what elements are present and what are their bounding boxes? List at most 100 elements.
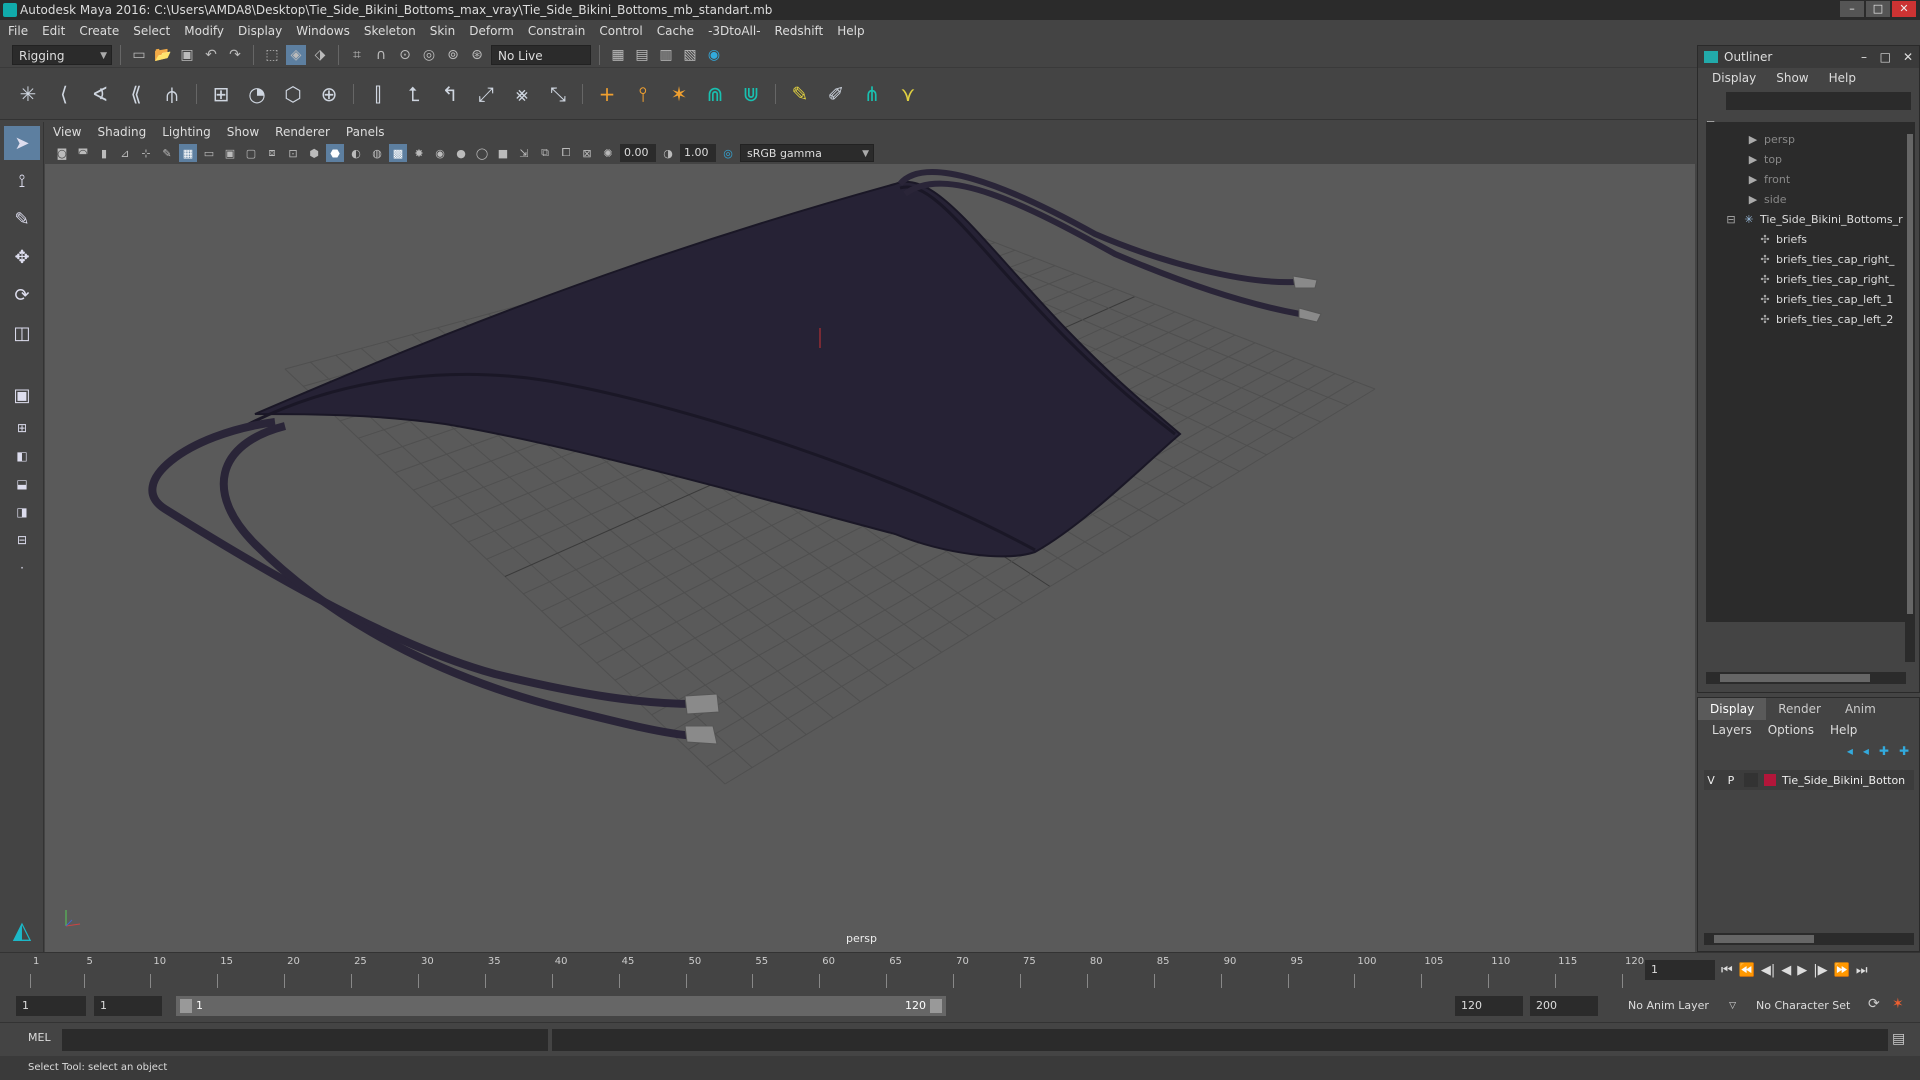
bind-skin-icon[interactable]: ⊞ [205, 78, 237, 110]
scene-view[interactable] [45, 164, 1695, 952]
snap-live-icon[interactable]: ⊛ [467, 45, 487, 65]
cluster-icon[interactable]: ⊕ [313, 78, 345, 110]
image-plane-icon[interactable]: ⊿ [116, 144, 134, 162]
menu-constrain[interactable]: Constrain [528, 24, 586, 38]
mirror-joint-icon[interactable]: ⟪ [120, 78, 152, 110]
end-time-field[interactable]: 200 [1530, 996, 1598, 1016]
panel-menu-shading[interactable]: Shading [97, 125, 146, 139]
menu-cache[interactable]: Cache [657, 24, 694, 38]
time-ticks[interactable]: 1 5 10 15 20 25 30 35 40 45 50 55 60 65 70 75 80 85 90 95 10… [26, 954, 1644, 988]
grid-icon[interactable]: ⊹ [137, 144, 155, 162]
screen-ao-icon[interactable]: ● [452, 144, 470, 162]
scale-constraint-icon[interactable]: ⤢ [470, 78, 502, 110]
hypershade-icon[interactable]: ◉ [704, 45, 724, 65]
smooth-shade-icon[interactable]: ⬣ [326, 144, 344, 162]
playback-start-field[interactable]: 1 [94, 996, 162, 1016]
outliner-h-scrollbar[interactable] [1706, 672, 1906, 684]
menu-display[interactable]: Display [238, 24, 282, 38]
anim-layer-dropdown[interactable]: No Anim Layer ▽ [1622, 996, 1740, 1016]
range-start-handle[interactable] [180, 999, 192, 1013]
isolate-select-icon[interactable]: ⇲ [515, 144, 533, 162]
shadows-icon[interactable]: ◉ [431, 144, 449, 162]
step-back-key-icon[interactable]: ⏪ [1739, 963, 1755, 978]
wireframe-shaded-icon[interactable]: ⬢ [305, 144, 323, 162]
outliner-item-persp[interactable]: ▶ persp [1706, 130, 1906, 150]
camera-attr-icon[interactable]: ◚ [74, 144, 92, 162]
single-view-icon[interactable]: ▣ [4, 378, 40, 412]
outliner-v-scrollbar[interactable] [1905, 122, 1915, 662]
outliner-search-input[interactable] [1726, 92, 1911, 110]
tab-display[interactable]: Display [1698, 698, 1767, 720]
panel-menu-show[interactable]: Show [227, 125, 259, 139]
scale-tool-icon[interactable]: ◫ [4, 316, 40, 350]
outliner-item-cap-left-1[interactable]: ✣ briefs_ties_cap_left_1 [1706, 290, 1906, 310]
outliner-close-button[interactable]: ✕ [1903, 46, 1913, 68]
open-scene-icon[interactable]: 📂 [153, 45, 173, 65]
menu-edit[interactable]: Edit [42, 24, 65, 38]
tab-anim[interactable]: Anim [1833, 698, 1888, 720]
film-gate-icon[interactable]: ✎ [158, 144, 176, 162]
snap-point-icon[interactable]: ⊙ [395, 45, 415, 65]
bookmark-icon[interactable]: ▮ [95, 144, 113, 162]
gate-mask-icon[interactable]: ▣ [221, 144, 239, 162]
orient-joint-icon[interactable]: ⫛ [156, 78, 188, 110]
anim-prefs-icon[interactable]: ✶ [1892, 996, 1904, 1012]
cmd-language-label[interactable]: MEL [28, 1031, 51, 1044]
layer-menu-help[interactable]: Help [1830, 723, 1857, 737]
hik-control-icon[interactable]: ⋓ [735, 78, 767, 110]
maya-home-icon[interactable]: ◭ [4, 916, 40, 946]
hik-icon[interactable]: ✶ [663, 78, 695, 110]
paint-skin-icon[interactable]: ✎ [784, 78, 816, 110]
paint-weights-icon[interactable]: ◔ [241, 78, 273, 110]
menu-redshift[interactable]: Redshift [775, 24, 824, 38]
menu-control[interactable]: Control [599, 24, 642, 38]
layer-type-toggle[interactable] [1744, 773, 1758, 787]
parent-constraint-icon[interactable]: ⨳ [506, 78, 538, 110]
menuset-dropdown[interactable]: Rigging ▼ [12, 44, 112, 65]
xray-joints-icon[interactable]: ⧠ [557, 144, 575, 162]
panel-menu-renderer[interactable]: Renderer [275, 125, 330, 139]
camera-select-icon[interactable]: ◙ [53, 144, 71, 162]
move-layer-down-icon[interactable]: ◂ [1863, 744, 1869, 758]
outliner-item-cap-left-2[interactable]: ✣ briefs_ties_cap_left_2 [1706, 310, 1906, 330]
lattice-icon[interactable]: ⬡ [277, 78, 309, 110]
ik-spline-icon[interactable]: ∢ [84, 78, 116, 110]
menu-skin[interactable]: Skin [430, 24, 456, 38]
snap-view-icon[interactable]: ◎ [419, 45, 439, 65]
field-chart-icon[interactable]: ▢ [242, 144, 260, 162]
exposure-field[interactable]: 0.00 [620, 144, 656, 162]
outliner-menu-help[interactable]: Help [1829, 71, 1856, 85]
layer-menu-options[interactable]: Options [1768, 723, 1814, 737]
panel-menu-lighting[interactable]: Lighting [162, 125, 211, 139]
layout-graph-icon[interactable]: ◨ [4, 500, 40, 524]
motion-blur-icon[interactable]: ◯ [473, 144, 491, 162]
exposure-icon[interactable]: ✺ [599, 144, 617, 162]
use-lights-icon[interactable]: ✸ [410, 144, 428, 162]
menu-select[interactable]: Select [133, 24, 170, 38]
command-input[interactable] [62, 1029, 548, 1051]
render-frame-icon[interactable]: ▦ [608, 45, 628, 65]
aim-constraint-icon[interactable]: ⮤ [398, 78, 430, 110]
render-settings-icon[interactable]: ▥ [656, 45, 676, 65]
outliner-menu-show[interactable]: Show [1776, 71, 1808, 85]
close-button[interactable]: ✕ [1892, 1, 1916, 17]
backface-icon[interactable]: ⊠ [578, 144, 596, 162]
joint-orient-icon[interactable]: ⫯ [627, 78, 659, 110]
joint-tool-icon[interactable]: ✳ [12, 78, 44, 110]
menu-3dtoall[interactable]: -3DtoAll- [708, 24, 760, 38]
select-tool-icon[interactable]: ➤ [4, 126, 40, 160]
layout-hypergraph-icon[interactable]: ⊟ [4, 528, 40, 552]
paint-select-icon[interactable]: ✎ [4, 202, 40, 236]
layout-persp-outliner-icon[interactable]: ⬓ [4, 472, 40, 496]
briefs-mesh[interactable] [254, 181, 1182, 558]
bounding-box-icon[interactable]: ◍ [368, 144, 386, 162]
aa-icon[interactable]: ■ [494, 144, 512, 162]
ipr-render-icon[interactable]: ▤ [632, 45, 652, 65]
outliner-item-cap-right-2[interactable]: ✣ briefs_ties_cap_right_ [1706, 270, 1906, 290]
go-to-end-icon[interactable]: ⏭ [1856, 963, 1868, 978]
maximize-button[interactable]: □ [1866, 1, 1890, 17]
rotate-tool-icon[interactable]: ⟳ [4, 278, 40, 312]
live-surface-field[interactable]: No Live Surface [491, 44, 591, 83]
menu-modify[interactable]: Modify [184, 24, 224, 38]
resolution-gate-icon[interactable]: ▭ [200, 144, 218, 162]
